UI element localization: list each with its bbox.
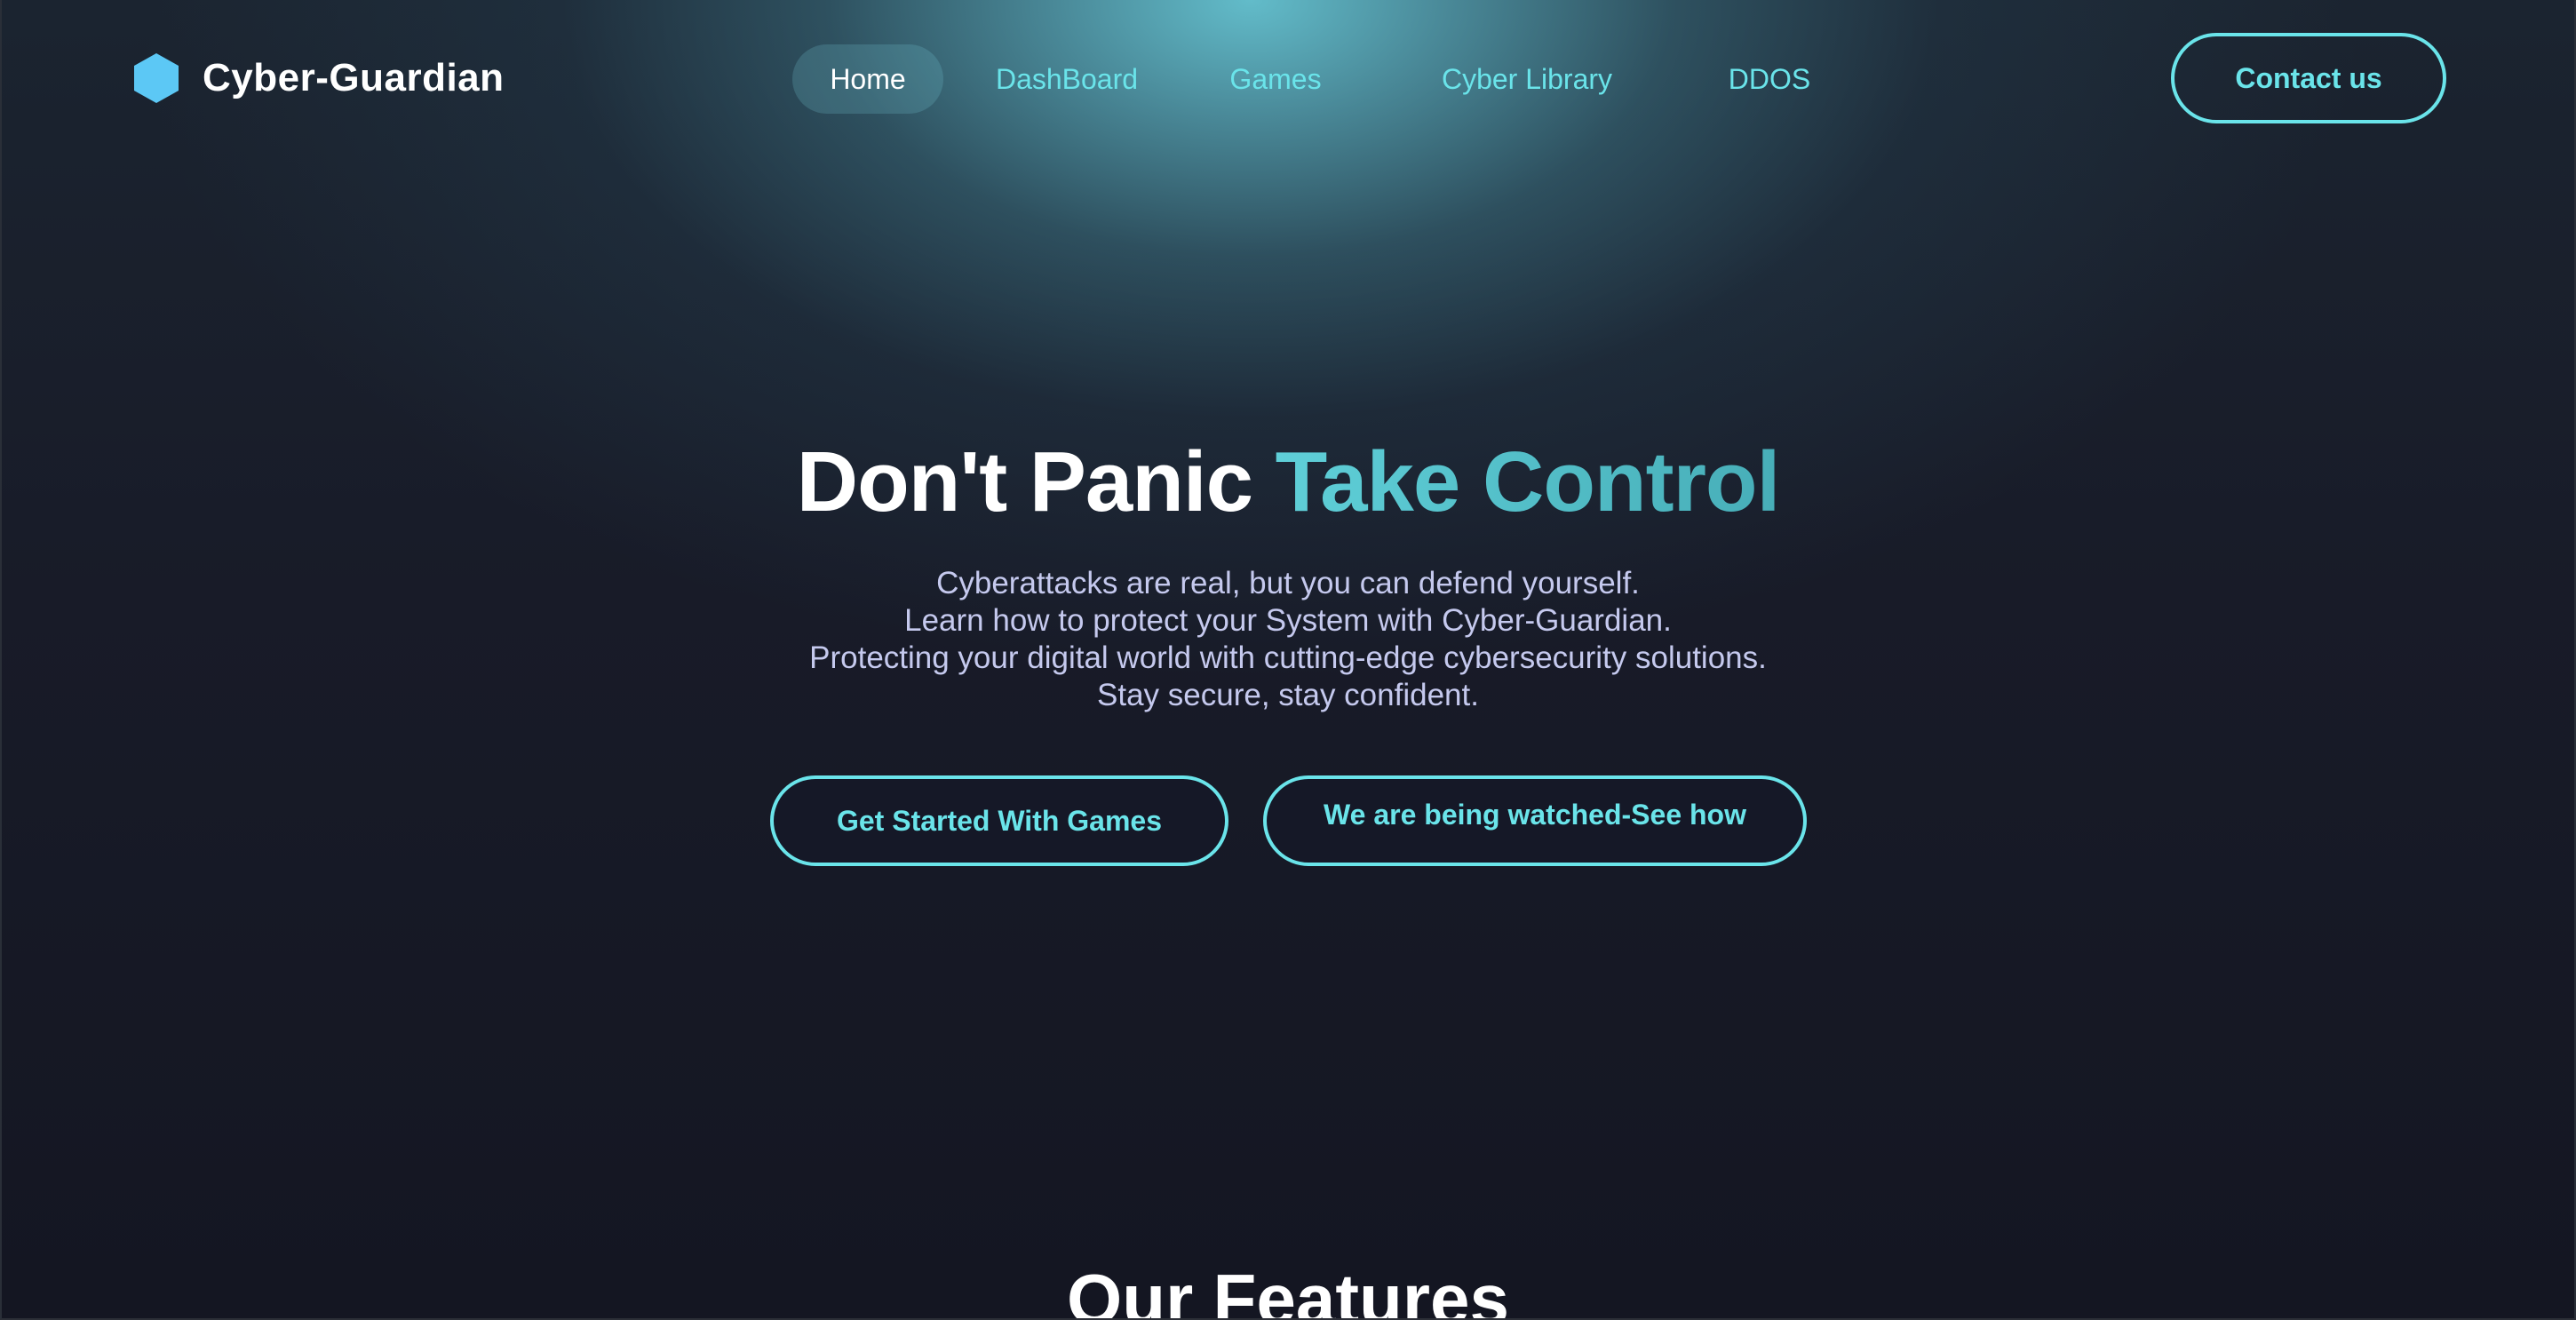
- nav-item-cyber-library[interactable]: Cyber Library: [1435, 44, 1618, 114]
- hero-description: Cyberattacks are real, but you can defen…: [0, 565, 2576, 714]
- main-nav: Home DashBoard Games Cyber Library DDOS: [792, 44, 1814, 114]
- brand-name: Cyber-Guardian: [203, 56, 505, 99]
- brand[interactable]: Cyber-Guardian: [131, 50, 505, 107]
- hero-line: Cyberattacks are real, but you can defen…: [936, 566, 1640, 600]
- hero-line: Stay secure, stay confident.: [1097, 678, 1479, 712]
- landing-page: Cyber-Guardian Home DashBoard Games Cybe…: [0, 0, 2576, 1320]
- nav-item-games[interactable]: Games: [1229, 44, 1322, 114]
- hero-title-part1: Don't Panic: [796, 434, 1253, 529]
- nav-item-dashboard[interactable]: DashBoard: [991, 44, 1142, 114]
- get-started-games-button[interactable]: Get Started With Games: [770, 775, 1228, 866]
- being-watched-button[interactable]: We are being watched-See how: [1263, 775, 1807, 866]
- hero-line: Protecting your digital world with cutti…: [809, 640, 1767, 675]
- navbar: Cyber-Guardian Home DashBoard Games Cybe…: [0, 0, 2576, 158]
- contact-us-button[interactable]: Contact us: [2171, 33, 2446, 123]
- nav-item-home[interactable]: Home: [792, 44, 943, 114]
- hero-line: Learn how to protect your System with Cy…: [904, 603, 1672, 638]
- hero-title-part2: Take Control: [1275, 434, 1781, 529]
- hexagon-logo-icon: [134, 53, 179, 103]
- hero-title: Don't Panic Take Control: [0, 433, 2576, 531]
- nav-item-ddos[interactable]: DDOS: [1725, 44, 1814, 114]
- features-heading: Our Features: [1067, 1260, 1509, 1320]
